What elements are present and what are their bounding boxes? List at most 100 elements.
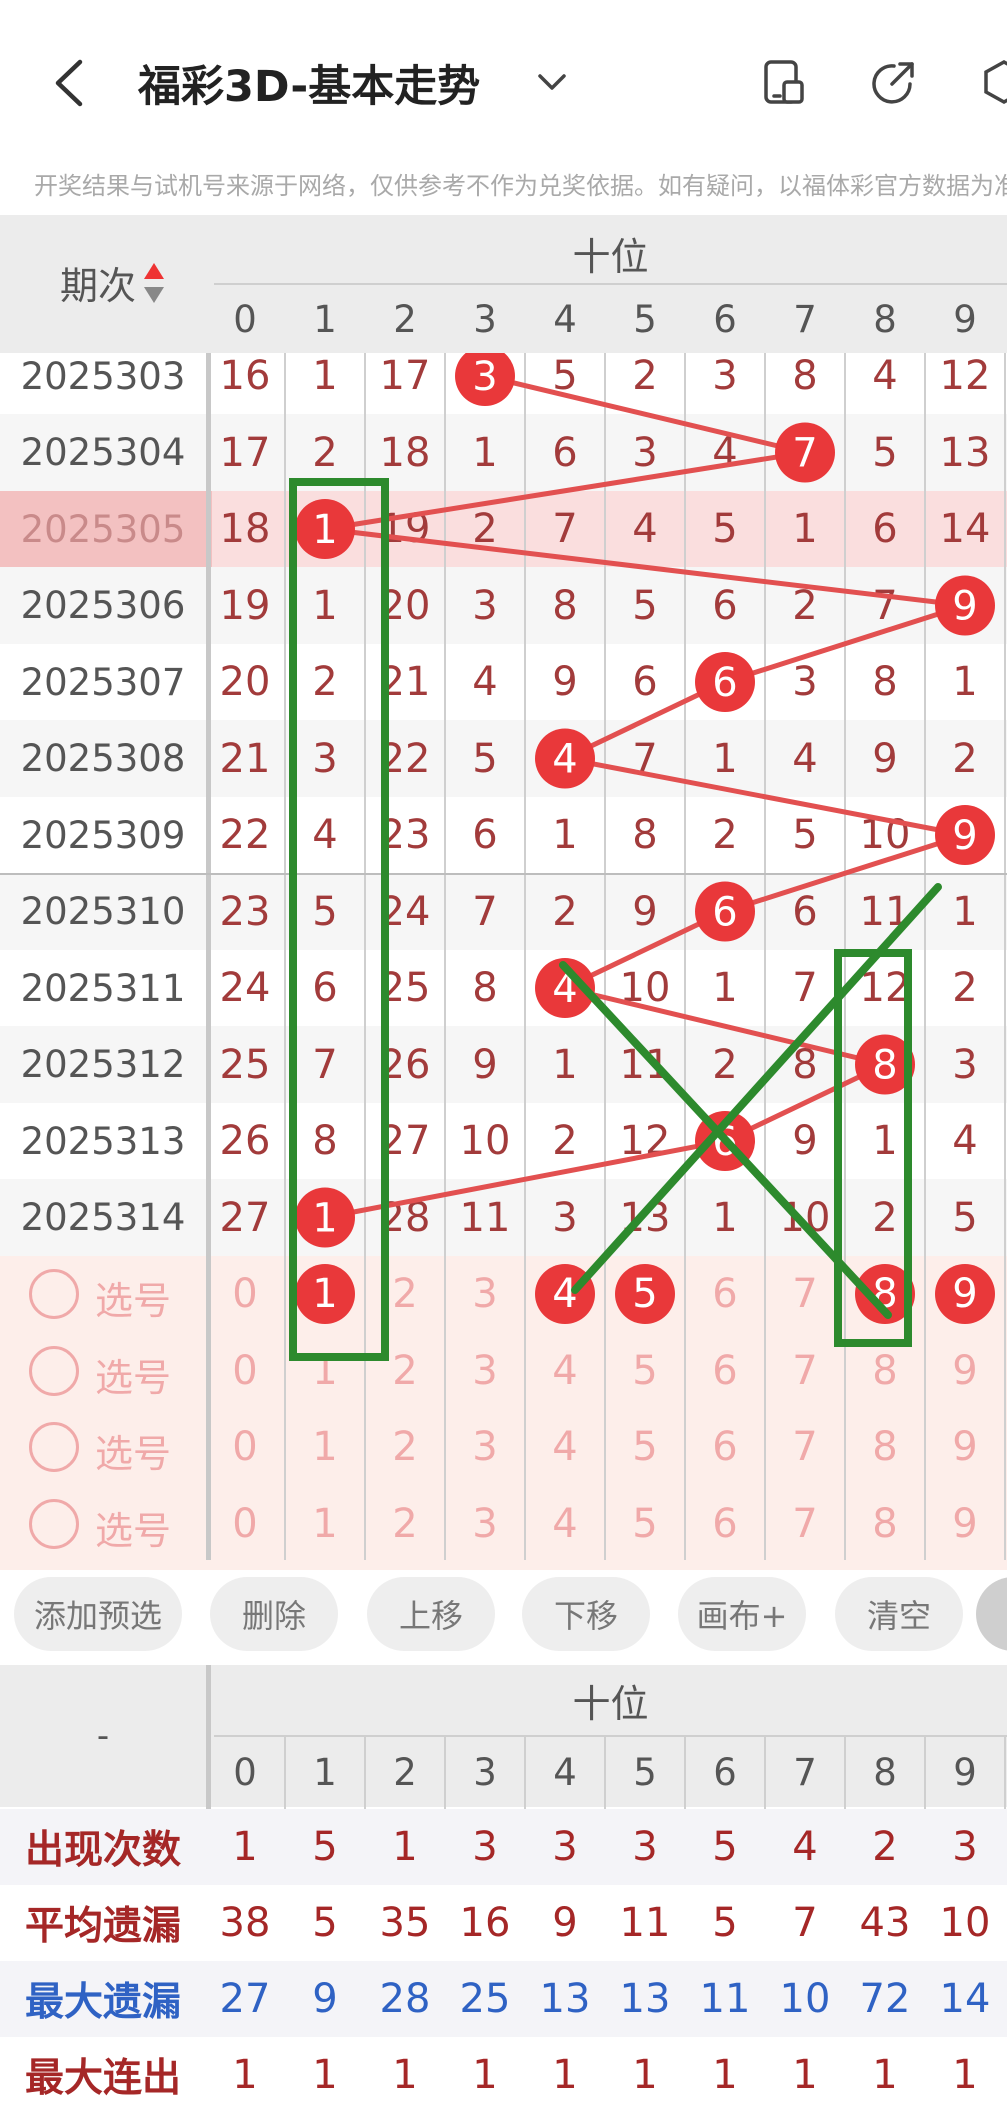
phone-icon[interactable] [760,58,808,106]
hit-ball-digit: 9 [952,584,977,630]
stats-value-cell: 14 [939,1976,991,2022]
sort-icon[interactable] [142,261,166,305]
stats-value-cell: 1 [232,2052,258,2098]
hit-ball-digit: 6 [712,890,737,936]
stats-value-cell: 38 [219,1900,271,1946]
action-button-1[interactable]: 删除 [210,1577,338,1651]
hit-ball-digit: 1 [312,507,337,553]
hit-ball-digit: 4 [552,737,577,783]
stats-digit-header-0: 0 [233,1750,257,1794]
stats-value-cell: 27 [219,1976,271,2022]
stats-value-cell: 1 [552,2052,578,2098]
stats-digit-header-6: 6 [713,1750,737,1794]
hit-ball-digit: 9 [952,813,977,859]
stats-row-label: 出现次数 [24,1828,181,1873]
digit-header-1: 1 [313,297,337,341]
trend-line [324,373,966,1220]
digit-header-6: 6 [713,297,737,341]
period-label: 期次 [60,264,137,308]
stats-value-cell: 13 [619,1976,671,2022]
hit-ball: 9 [935,575,995,636]
action-button-2[interactable]: 上移 [367,1577,495,1651]
stats-value-cell: 5 [312,1900,338,1946]
stats-value-cell: 72 [859,1976,911,2022]
stats-value-cell: 1 [392,2052,418,2098]
back-arrow-icon[interactable] [52,58,86,108]
app-header: 福彩3D-基本走势 [0,0,1007,162]
stats-value-cell: 10 [939,1900,991,1946]
stats-digit-header-2: 2 [393,1750,417,1794]
stats-value-cell: 3 [952,1824,978,1870]
stats-value-cell: 5 [712,1824,738,1870]
hit-ball: 4 [535,728,595,789]
hit-ball-digit: 7 [792,431,817,477]
stats-row-label: 最大连出 [24,2056,181,2101]
hit-ball: 1 [295,1187,355,1248]
hit-ball: 9 [935,805,995,865]
digit-header-3: 3 [473,297,497,341]
stats-value-cell: 11 [699,1976,751,2022]
page-title[interactable]: 福彩3D-基本走势 [138,52,480,114]
hit-ball: 6 [695,881,755,942]
stats-value-cell: 1 [952,2052,978,2098]
tens-group-label: 十位 [572,234,649,279]
stats-group-label: 十位 [572,1681,649,1726]
stats-digit-header-9: 9 [953,1750,977,1794]
stats-value-cell: 4 [792,1824,818,1870]
stats-value-cell: 9 [552,1900,578,1946]
settings-icon[interactable] [980,58,1007,106]
stats-value-cell: 1 [872,2052,898,2098]
stats-value-cell: 1 [712,2052,738,2098]
hand-drawn-annotation [834,949,912,1347]
stats-value-cell: 35 [379,1900,431,1946]
hit-ball-digit: 8 [872,1043,897,1089]
stats-value-cell: 1 [392,1824,418,1870]
stats-digit-header-8: 8 [873,1750,897,1794]
stats-corner: - [96,1716,110,1756]
disclaimer-text: 开奖结果与试机号来源于网络，仅供参考不作为兑奖依据。如有疑问，以福体彩官方数据为… [34,172,1007,200]
stats-row-label: 平均遗漏 [24,1904,181,1949]
chevron-down-icon[interactable] [536,70,568,94]
stats-value-cell: 1 [312,2052,338,2098]
stats-digit-header-7: 7 [793,1750,817,1794]
digit-header-0: 0 [233,297,257,341]
stats-table: - 十位 0 1 2 3 4 5 6 7 8 9 出现次数 1 5 1 3 3 3 5 4 2 3 平均遗漏 38 5 35 16 9 1… [0,1665,1007,2113]
action-button-0[interactable]: 添加预选 [14,1577,182,1651]
action-button-3[interactable]: 下移 [522,1577,650,1651]
stats-value-cell: 1 [792,2052,818,2098]
stats-digit-header-5: 5 [633,1750,657,1794]
stats-value-cell: 13 [539,1976,591,2022]
stats-value-cell: 28 [379,1976,431,2022]
stats-value-cell: 1 [472,2052,498,2098]
trend-grid: 2025303 16 1 17 5 2 3 8 4 12 2025304 17 2 18 1 6 3 4 5 13 20… [0,215,1007,1570]
digit-header-2: 2 [393,297,417,341]
stats-value-cell: 7 [792,1900,818,1946]
hit-ball: 3 [455,346,515,406]
action-button-5[interactable]: 清空 [835,1577,963,1651]
stats-value-cell: 3 [632,1824,658,1870]
digit-header-5: 5 [633,297,657,341]
stats-value-cell: 11 [619,1900,671,1946]
hit-ball-digit: 1 [312,1196,337,1242]
action-button-4[interactable]: 画布+ [678,1577,806,1651]
stats-value-cell: 3 [472,1824,498,1870]
digit-header-9: 9 [953,297,977,341]
hit-ball-digit: 6 [712,660,737,706]
more-button[interactable] [976,1577,1007,1651]
stats-value-cell: 5 [312,1824,338,1870]
stats-value-cell: 3 [552,1824,578,1870]
digit-header-8: 8 [873,297,897,341]
hit-ball-digit: 3 [472,354,497,400]
stats-value-cell: 1 [632,2052,658,2098]
stats-digit-header-3: 3 [473,1750,497,1794]
share-icon[interactable] [870,58,918,106]
stats-value-cell: 43 [859,1900,911,1946]
period-sort-header[interactable]: 期次 [60,255,166,310]
digit-header-4: 4 [553,297,577,341]
stats-row-label: 最大遗漏 [24,1980,181,2025]
trend-line-overlay: 371964964861 [289,346,995,1361]
stats-value-cell: 10 [779,1976,831,2022]
stats-value-cell: 5 [712,1900,738,1946]
stats-value-cell: 2 [872,1824,898,1870]
hit-ball: 6 [695,652,755,712]
